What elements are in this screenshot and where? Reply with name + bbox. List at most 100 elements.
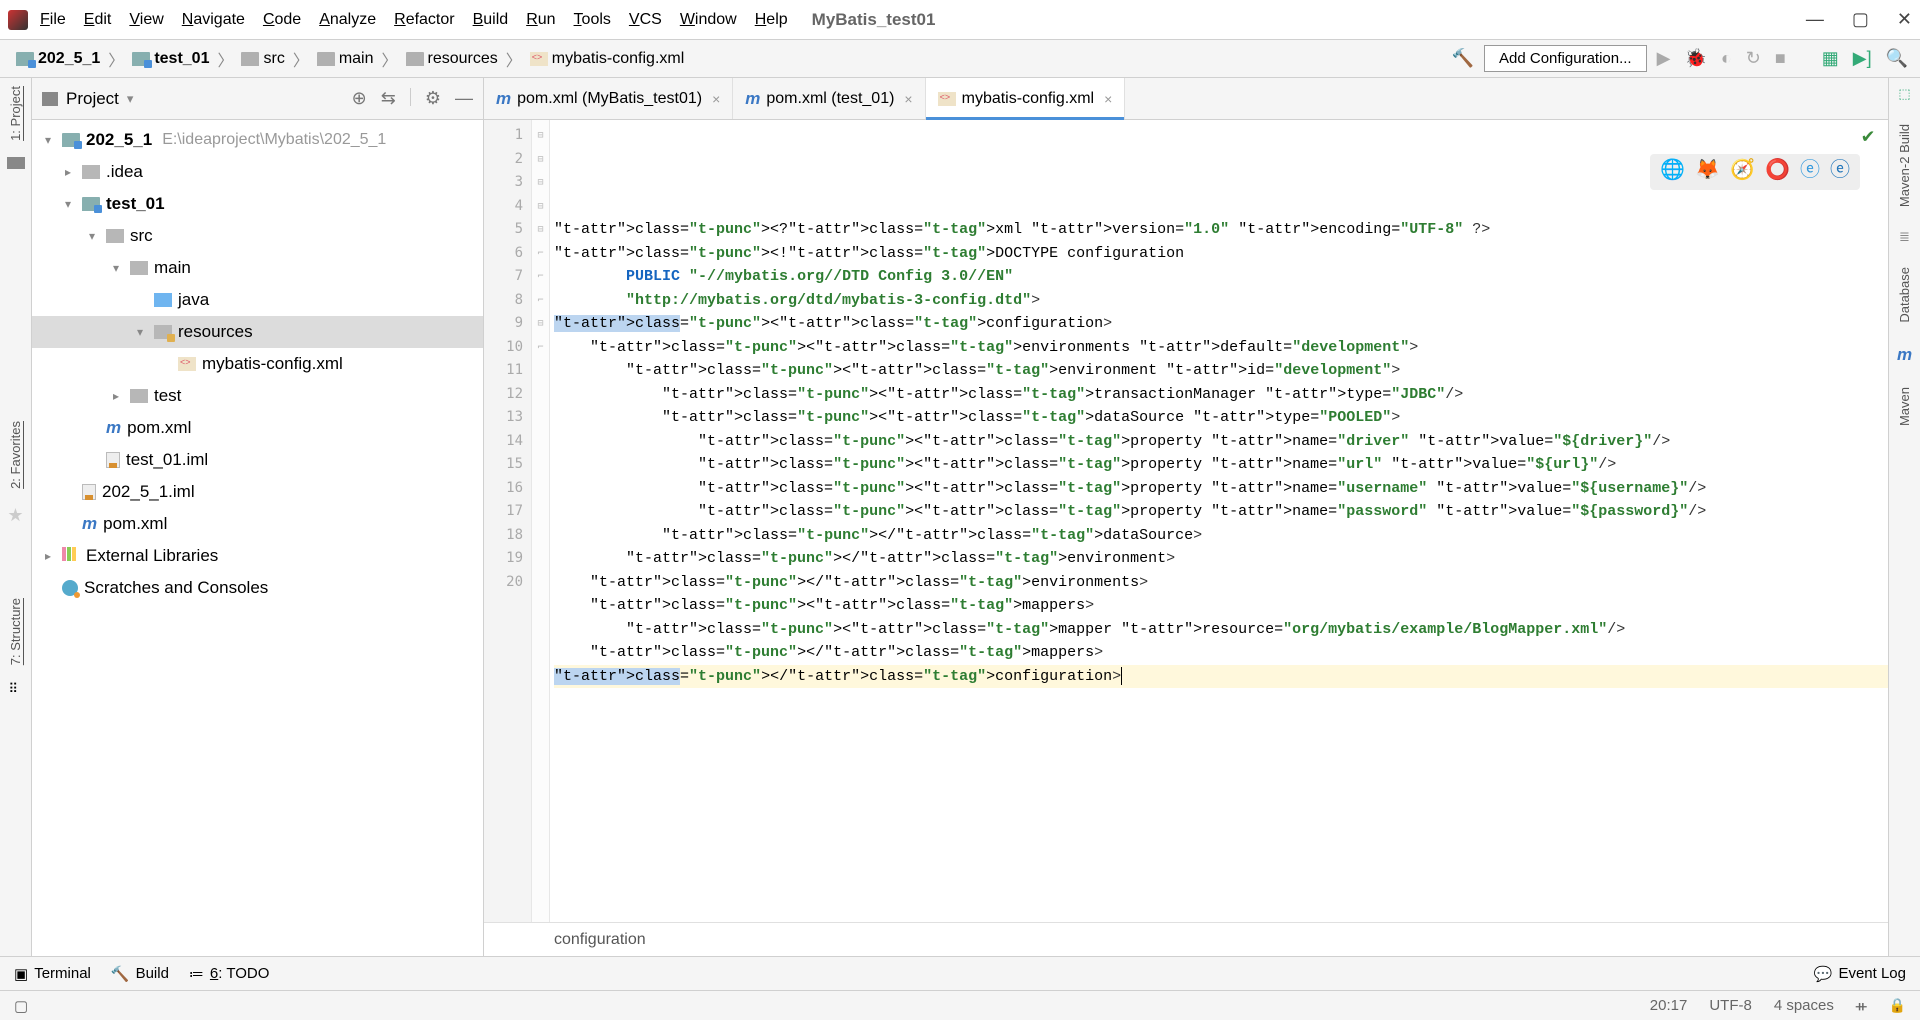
breadcrumb-item[interactable]: main [313,48,378,70]
favorites-star-icon[interactable]: ★ [7,505,23,526]
lock-icon[interactable]: 🔒 [1889,997,1906,1014]
structure-tool-icon[interactable]: ▦ [1822,48,1839,69]
tree-pom2[interactable]: mpom.xml [32,508,483,540]
tree-test01[interactable]: ▾test_01 [32,188,483,220]
debug-icon[interactable]: 🐞 [1684,48,1706,69]
encoding[interactable]: UTF-8 [1709,997,1752,1014]
tab-close-icon[interactable]: × [712,91,720,107]
menu-run[interactable]: Run [526,11,555,29]
menu-code[interactable]: Code [263,11,301,29]
branch-widget[interactable]: ᚑ [1856,997,1867,1015]
safari-icon[interactable]: 🧭 [1730,160,1755,184]
terminal-icon: ▣ [14,965,28,983]
breadcrumb-item[interactable]: src [237,48,288,70]
tree-src[interactable]: ▾src [32,220,483,252]
maven2-icon[interactable]: ⬚ [1898,86,1910,102]
tree-mybatis-xml[interactable]: mybatis-config.xml [32,348,483,380]
tree-test[interactable]: ▸test [32,380,483,412]
menu-build[interactable]: Build [473,11,509,29]
firefox-icon[interactable]: 🦊 [1695,160,1720,184]
tree-scratch[interactable]: Scratches and Consoles [32,572,483,604]
code-editor[interactable]: ✔ 🌐 🦊 🧭 ⭕ ⓔ ⓔ "t-attr">class="t-punc"><?… [550,120,1888,922]
editor-tab[interactable]: mybatis-config.xml× [926,78,1126,119]
menu-edit[interactable]: Edit [84,11,112,29]
menu-vcs[interactable]: VCS [629,11,662,29]
structure-icon[interactable]: ⠿ [9,681,23,695]
menu-tools[interactable]: Tools [574,11,611,29]
menu-refactor[interactable]: Refactor [394,11,454,29]
browser-preview-badges: 🌐 🦊 🧭 ⭕ ⓔ ⓔ [1650,154,1860,190]
maven2-tab[interactable]: Maven-2 Build [1897,124,1912,207]
line-gutter[interactable]: 1234567891011121314151617181920 [484,120,532,922]
tree-iml1[interactable]: test_01.iml [32,444,483,476]
menu-navigate[interactable]: Navigate [182,11,245,29]
breadcrumb-item[interactable]: resources [402,48,502,70]
menu-window[interactable]: Window [680,11,737,29]
tab-close-icon[interactable]: × [1104,91,1112,107]
run-tool-icon[interactable]: ▶] [1853,48,1872,69]
fold-column[interactable]: ⊟⊟⊟⊟⊟⌐⌐⌐⊟⌐ [532,120,550,922]
maven-icon[interactable]: m [1897,345,1912,365]
breadcrumb-item[interactable]: test_01 [128,48,213,70]
menu-analyze[interactable]: Analyze [319,11,376,29]
tree-iml2[interactable]: 202_5_1.iml [32,476,483,508]
gear-icon[interactable]: ⚙ [425,88,441,109]
project-tool-tab[interactable]: 1: Project [8,86,23,141]
cursor-position[interactable]: 20:17 [1650,997,1688,1014]
locate-icon[interactable]: ⊕ [352,88,367,109]
status-tool-icon[interactable]: ▢ [14,997,28,1015]
hide-icon[interactable]: — [455,88,473,109]
window-title: MyBatis_test01 [812,10,936,30]
tree-idea[interactable]: ▸.idea [32,156,483,188]
breadcrumb-item[interactable]: mybatis-config.xml [526,48,688,70]
menu-help[interactable]: Help [755,11,788,29]
todo-icon: ≔ [189,965,204,983]
expand-icon[interactable]: ⇆ [381,88,396,109]
stop-icon[interactable]: ■ [1775,48,1786,69]
tree-pom1[interactable]: mpom.xml [32,412,483,444]
indent[interactable]: 4 spaces [1774,997,1834,1014]
search-icon[interactable]: 🔍 [1886,48,1908,69]
run-icon[interactable]: ▶ [1657,48,1671,69]
titlebar: File Edit View Navigate Code Analyze Refactor B… [0,0,1920,40]
code-breadcrumb-bar[interactable]: configuration [484,922,1888,956]
opera-icon[interactable]: ⭕ [1765,160,1790,184]
profile-icon[interactable]: ↻ [1746,48,1761,69]
build-icon[interactable]: 🔨 [1452,48,1474,69]
ie-icon[interactable]: ⓔ [1800,160,1820,184]
coverage-icon[interactable]: ◐ [1721,48,1732,69]
tree-main[interactable]: ▾main [32,252,483,284]
add-configuration-button[interactable]: Add Configuration... [1484,45,1647,72]
tree-ext-lib[interactable]: ▸External Libraries [32,540,483,572]
edge-icon[interactable]: ⓔ [1830,160,1850,184]
chrome-icon[interactable]: 🌐 [1660,160,1685,184]
close-icon[interactable]: ✕ [1897,9,1912,30]
terminal-tab[interactable]: ▣Terminal [14,965,91,983]
todo-tab[interactable]: ≔6: TODO [189,965,269,983]
breadcrumb-item[interactable]: 202_5_1 [12,48,104,70]
editor-tabs: mpom.xml (MyBatis_test01)×mpom.xml (test… [484,78,1888,120]
tab-close-icon[interactable]: × [904,91,912,107]
menu-view[interactable]: View [129,11,163,29]
tree-root[interactable]: ▾ 202_5_1 E:\ideaproject\Mybatis\202_5_1 [32,124,483,156]
event-log-tab[interactable]: 💬Event Log [1814,965,1906,983]
editor-tab[interactable]: mpom.xml (test_01)× [733,78,925,119]
project-view-label[interactable]: Project [66,89,119,109]
project-tree[interactable]: ▾ 202_5_1 E:\ideaproject\Mybatis\202_5_1… [32,120,483,956]
minimize-icon[interactable]: — [1806,9,1824,30]
maximize-icon[interactable]: ▢ [1852,9,1869,30]
tree-java[interactable]: java [32,284,483,316]
tree-resources[interactable]: ▾resources [32,316,483,348]
editor-tab[interactable]: mpom.xml (MyBatis_test01)× [484,78,733,119]
inspection-ok-icon[interactable]: ✔ [1862,126,1874,150]
database-tab[interactable]: Database [1897,267,1912,323]
database-icon[interactable]: ≣ [1899,229,1910,245]
build-tab[interactable]: 🔨Build [111,965,169,983]
maven-tab[interactable]: Maven [1897,387,1912,426]
breadcrumb-separator: 〉 [506,47,522,71]
project-view-dropdown-icon[interactable]: ▾ [127,91,134,107]
structure-tool-tab[interactable]: 7: Structure [8,598,23,665]
menu-file[interactable]: File [40,11,66,29]
project-tool-icon[interactable] [7,157,25,169]
favorites-tool-tab[interactable]: 2: Favorites [8,421,23,489]
